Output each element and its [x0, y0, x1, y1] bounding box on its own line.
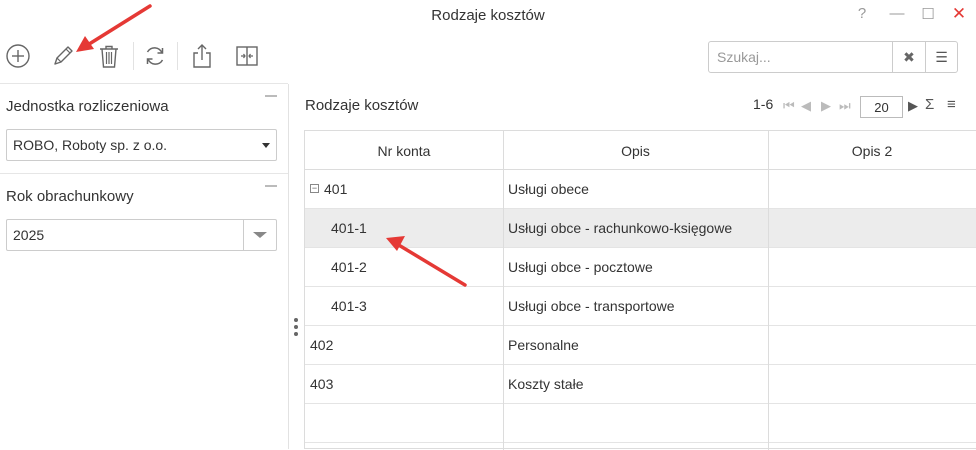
refresh-icon	[146, 47, 164, 65]
year-value: 2025	[13, 227, 45, 243]
filter-panel: Jednostka rozliczeniowa ROBO, Roboty sp.…	[0, 83, 288, 449]
search-menu-button[interactable]: ☰	[925, 42, 957, 72]
column-header-nr-konta[interactable]: Nr konta	[305, 131, 503, 170]
cell-nr-konta: 402	[310, 337, 334, 353]
add-button[interactable]	[2, 40, 34, 72]
maximize-button[interactable]: ☐	[918, 5, 938, 23]
table-row-empty	[305, 404, 976, 443]
unit-section-title: Jednostka rozliczeniowa	[6, 98, 169, 115]
table-row-selected[interactable]: 401-1 Usługi obce - rachunkowo-księgowe	[305, 209, 976, 248]
cell-opis: Personalne	[508, 337, 579, 353]
cell-opis: Usługi obce - pocztowe	[508, 259, 653, 275]
column-header-opis[interactable]: Opis	[503, 131, 768, 170]
chevron-down-icon	[253, 232, 267, 238]
export-button[interactable]	[186, 40, 218, 72]
window-title: Rodzaje kosztów	[431, 7, 545, 24]
table-row[interactable]: 403 Koszty stałe	[305, 365, 976, 404]
grip-dot-icon	[294, 325, 298, 329]
pencil-icon	[54, 46, 73, 65]
year-dropdown-button[interactable]	[243, 220, 276, 250]
divider	[0, 173, 288, 174]
cell-nr-konta: 401-2	[331, 259, 367, 275]
page-size-input[interactable]: 20	[860, 96, 903, 118]
search-input[interactable]	[709, 42, 892, 72]
share-upload-icon	[193, 44, 211, 68]
title-bar: Rodzaje kosztów ? — ☐ ✕	[0, 0, 976, 32]
table-row[interactable]: − 401 Usługi obece	[305, 170, 976, 209]
table-row[interactable]: 402 Personalne	[305, 326, 976, 365]
pager-range: 1-6	[753, 96, 774, 112]
cell-nr-konta: 403	[310, 376, 334, 392]
cost-types-grid: Nr konta Opis Opis 2 − 401 Usługi obece …	[304, 130, 976, 450]
refresh-button[interactable]	[139, 40, 171, 72]
cell-opis: Usługi obce - rachunkowo-księgowe	[508, 220, 733, 236]
panel-divider	[288, 84, 289, 449]
grid-title: Rodzaje kosztów	[305, 97, 419, 114]
grip-dot-icon	[294, 318, 298, 322]
column-divider	[503, 131, 504, 450]
cell-nr-konta: 401	[324, 181, 348, 197]
cell-opis: Koszty stałe	[508, 376, 584, 392]
unit-collapse-button[interactable]	[265, 95, 277, 97]
trash-icon	[100, 45, 118, 68]
last-page-icon[interactable]: ⏭	[839, 98, 851, 114]
grid-menu-icon[interactable]: ≡	[947, 96, 956, 113]
close-button[interactable]: ✕	[949, 4, 969, 24]
next-page-icon[interactable]: ▶	[821, 98, 831, 114]
split-columns-icon	[236, 46, 258, 66]
prev-page-icon[interactable]: ◀	[801, 98, 811, 114]
cell-opis: Usługi obce - transportowe	[508, 298, 675, 314]
help-button[interactable]: ?	[852, 5, 872, 22]
splitter-handle[interactable]	[294, 318, 298, 336]
unit-select[interactable]: ROBO, Roboty sp. z o.o.	[6, 129, 277, 161]
table-row[interactable]: 401-3 Usługi obce - transportowe	[305, 287, 976, 326]
cell-nr-konta: 401-3	[331, 298, 367, 314]
split-button[interactable]	[231, 40, 263, 72]
plus-circle-icon	[6, 44, 30, 68]
collapse-tree-icon[interactable]: −	[310, 184, 319, 193]
table-row[interactable]: 401-2 Usługi obce - pocztowe	[305, 248, 976, 287]
search-box: ✖ ☰	[708, 41, 958, 73]
column-divider	[768, 131, 769, 450]
cell-nr-konta: 401-1	[331, 220, 367, 236]
caret-down-icon	[262, 143, 270, 148]
play-icon[interactable]: ▶	[908, 98, 918, 114]
toolbar: ✖ ☰	[0, 36, 976, 80]
first-page-icon[interactable]: ⏮	[783, 98, 795, 114]
grip-dot-icon	[294, 332, 298, 336]
divider	[0, 83, 288, 84]
unit-select-value: ROBO, Roboty sp. z o.o.	[13, 137, 168, 153]
year-section-title: Rok obrachunkowy	[6, 188, 134, 205]
edit-button[interactable]	[47, 40, 79, 72]
clear-search-button[interactable]: ✖	[892, 42, 925, 72]
toolbar-divider	[133, 42, 134, 70]
year-collapse-button[interactable]	[265, 185, 277, 187]
delete-button[interactable]	[93, 40, 125, 72]
minimize-button[interactable]: —	[887, 5, 907, 22]
cell-opis: Usługi obece	[508, 181, 589, 197]
column-header-opis-2[interactable]: Opis 2	[768, 131, 976, 170]
sum-icon[interactable]: Σ	[925, 96, 934, 113]
toolbar-divider	[177, 42, 178, 70]
year-combobox[interactable]: 2025	[6, 219, 277, 251]
